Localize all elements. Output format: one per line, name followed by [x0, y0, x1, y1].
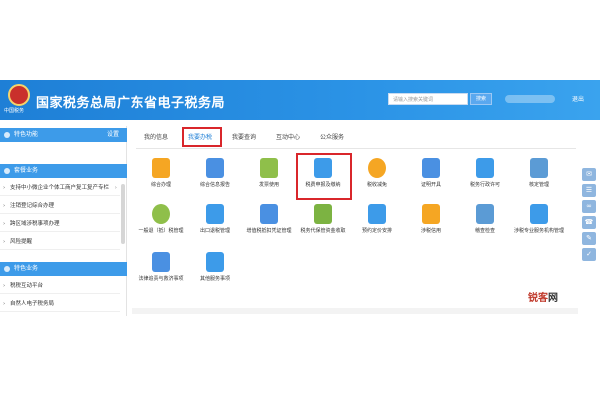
tile-certificate[interactable]: 证明开具: [406, 158, 456, 204]
sidebar-scrollbar[interactable]: [121, 184, 125, 244]
tile-permit[interactable]: 税务行政许可: [460, 158, 510, 204]
user-name-blurred: [505, 95, 555, 103]
export-icon: [206, 204, 224, 224]
check-icon[interactable]: ✓: [582, 248, 596, 261]
sidebar-section-featured[interactable]: 特色功能 设置: [0, 128, 127, 142]
money-bag-icon: [314, 204, 332, 224]
agency-icon: [530, 204, 548, 224]
list-icon: [206, 252, 224, 272]
link-icon[interactable]: ∞: [582, 200, 596, 213]
page: { "header": { "logo_text": "中国税务", "titl…: [0, 0, 600, 400]
tile-custody-fund[interactable]: 税务代保管资金收取: [298, 204, 348, 250]
person-icon: [476, 158, 494, 178]
tile-export-refund[interactable]: 出口退税管理: [190, 204, 240, 250]
tile-other[interactable]: 其他服务事项: [190, 252, 240, 298]
watermark: 锐客网: [528, 293, 558, 304]
chat-icon[interactable]: ✉: [582, 168, 596, 181]
search-input[interactable]: 请输入搜索关键词: [388, 93, 468, 105]
highlight-box-tile: [296, 153, 352, 200]
sidebar-item-cross-region[interactable]: 跨区域涉税事项办理: [0, 216, 120, 232]
coin-icon: [368, 158, 386, 178]
sidebar-section-package[interactable]: 套餐业务: [0, 164, 127, 178]
tile-vat-deduction[interactable]: 增值税抵扣凭证管理: [244, 204, 294, 250]
sidebar-item-personal[interactable]: 自然人电子税务局: [0, 296, 120, 312]
site-title: 国家税务总局广东省电子税务局: [36, 96, 226, 111]
voucher-icon: [260, 204, 278, 224]
phone-icon[interactable]: ☎: [582, 216, 596, 229]
tile-legal[interactable]: 法律追责与救济事项: [136, 252, 186, 298]
tab-divider: [136, 148, 576, 149]
tab-query[interactable]: 我要查询: [232, 132, 256, 141]
calendar-icon: [368, 204, 386, 224]
tab-interaction[interactable]: 互动中心: [276, 132, 300, 141]
horizontal-scrollbar[interactable]: [132, 308, 578, 314]
section-icon: [4, 168, 10, 174]
highlight-box-tab: [182, 127, 222, 147]
tab-my-info[interactable]: 我的信息: [144, 132, 168, 141]
message-icon[interactable]: ☰: [582, 184, 596, 197]
chevron-right-icon: ›: [114, 185, 117, 191]
invoice-icon: [260, 158, 278, 178]
sidebar-item-recovery[interactable]: 支持中小微企业个体工商户复工复产专栏›: [0, 180, 120, 196]
tile-agency[interactable]: 涉税专业服务机构管理: [514, 204, 564, 250]
tile-comprehensive[interactable]: 综合办理: [136, 158, 186, 204]
settings-link[interactable]: 设置: [107, 128, 119, 142]
report-icon: [206, 158, 224, 178]
certificate-icon: [422, 158, 440, 178]
edit-icon[interactable]: ✎: [582, 232, 596, 245]
tile-invoice[interactable]: 发票使用: [244, 158, 294, 204]
tile-assessment[interactable]: 核定管理: [514, 158, 564, 204]
sidebar-section-special[interactable]: 特色业务: [0, 262, 127, 276]
section-title: 特色业务: [14, 265, 39, 272]
document-icon: [152, 158, 170, 178]
tile-pricing[interactable]: 预约定价安排: [352, 204, 402, 250]
gavel-icon: [152, 252, 170, 272]
sidebar-item-risk[interactable]: 风险提醒: [0, 234, 120, 250]
tab-public-service[interactable]: 公众服务: [320, 132, 344, 141]
logout-link[interactable]: 退出: [572, 94, 584, 103]
sidebar-item-interaction[interactable]: 税税互动平台: [0, 278, 120, 294]
refund-icon: [152, 204, 170, 224]
section-title: 特色功能: [14, 131, 39, 138]
heart-icon: [422, 204, 440, 224]
tile-exemption[interactable]: 税收减免: [352, 158, 402, 204]
sidebar-item-deregister[interactable]: 注销登记综合办理: [0, 198, 120, 214]
logo-text: 中国税务: [4, 108, 25, 114]
search-button[interactable]: 搜索: [470, 93, 492, 105]
inspector-icon: [476, 204, 494, 224]
tile-inspection[interactable]: 稽查检查: [460, 204, 510, 250]
section-icon: [4, 132, 10, 138]
section-icon: [4, 266, 10, 272]
tile-info-report[interactable]: 综合信息报告: [190, 158, 240, 204]
tile-refund[interactable]: 一般退（抵）税管理: [136, 204, 186, 250]
user-check-icon: [530, 158, 548, 178]
tile-credit[interactable]: 涉税信用: [406, 204, 456, 250]
section-title: 套餐业务: [14, 167, 39, 174]
tax-emblem-icon: [8, 84, 30, 106]
